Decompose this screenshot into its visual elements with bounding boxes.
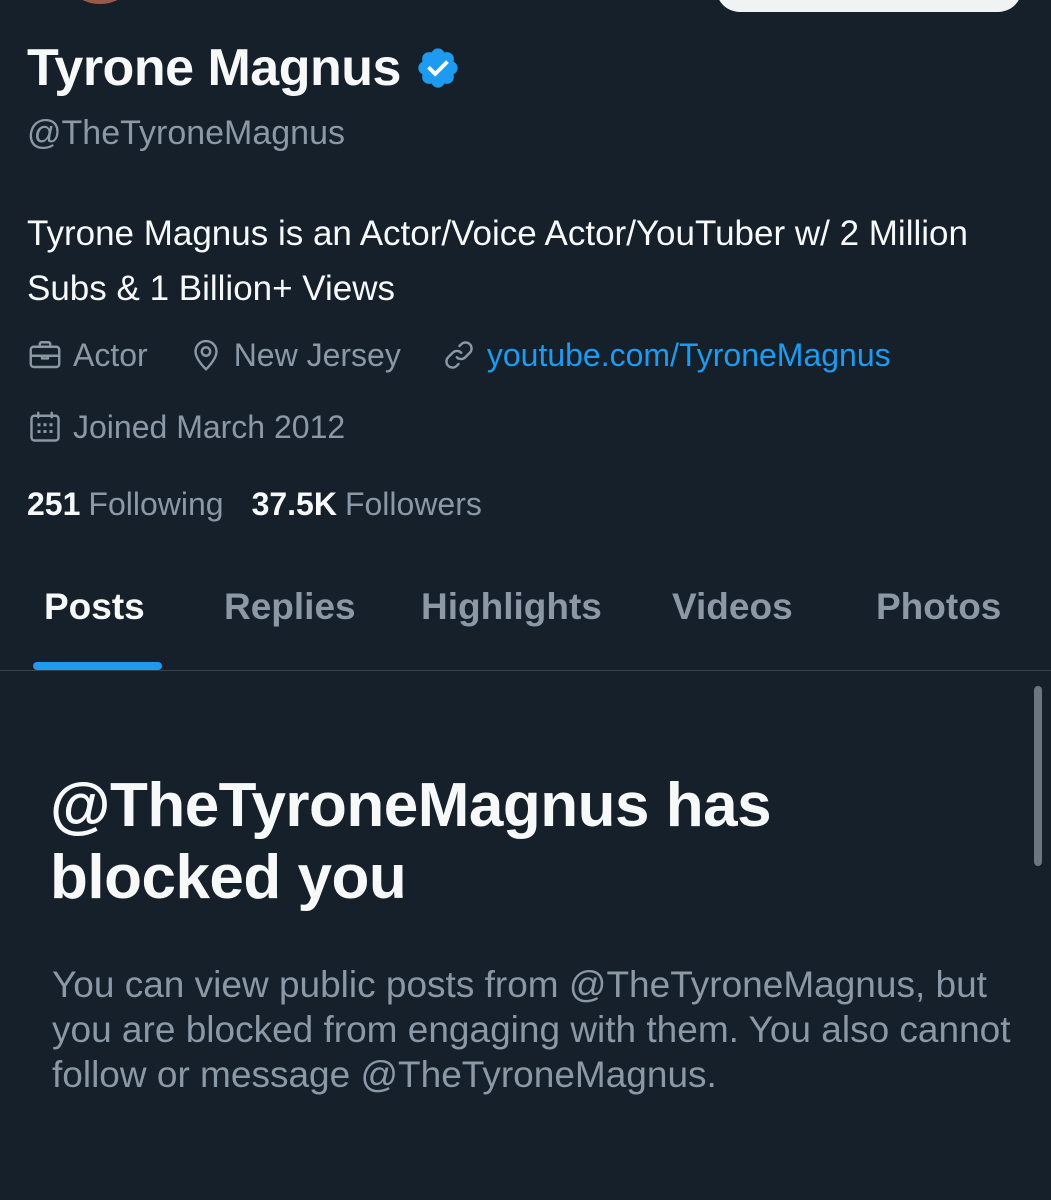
active-tab-indicator	[33, 662, 162, 670]
following-stat[interactable]: 251 Following	[27, 486, 224, 523]
location-item: New Jersey	[188, 337, 401, 374]
followers-count: 37.5K	[251, 486, 337, 522]
profile-bio: Tyrone Magnus is an Actor/Voice Actor/Yo…	[27, 214, 968, 308]
followers-stat[interactable]: 37.5K Followers	[252, 486, 482, 523]
verified-badge-icon[interactable]	[415, 45, 461, 91]
blocked-description: You can view public posts from @TheTyron…	[52, 964, 1011, 1095]
joined-text: Joined March 2012	[73, 408, 346, 445]
tab-videos[interactable]: Videos	[672, 566, 793, 670]
calendar-icon	[30, 411, 60, 442]
tab-photos[interactable]: Photos	[876, 566, 1001, 670]
tab-highlights[interactable]: Highlights	[421, 566, 602, 670]
follow-button[interactable]	[716, 0, 1022, 12]
following-count: 251	[27, 486, 81, 522]
tab-replies[interactable]: Replies	[224, 566, 356, 670]
profile-name-row: Tyrone Magnus	[27, 36, 461, 100]
profile-meta-row: Actor New Jersey youtube.com/TyroneMagnu…	[27, 332, 931, 378]
location-text: New Jersey	[233, 336, 401, 373]
scrollbar[interactable]	[1034, 686, 1042, 866]
profile-tabs: Posts Replies Highlights Videos Photos	[0, 566, 1051, 671]
display-name: Tyrone Magnus	[27, 39, 401, 97]
followers-label: Followers	[344, 486, 482, 522]
joined-item: Joined March 2012	[27, 409, 345, 446]
profile-stats: 251 Following 37.5K Followers	[27, 486, 510, 523]
website-link[interactable]: youtube.com/TyroneMagnus	[487, 337, 891, 374]
avatar[interactable]	[60, 0, 140, 4]
profile-handle: @TheTyroneMagnus	[27, 114, 346, 152]
briefcase-icon	[29, 341, 61, 369]
following-label: Following	[88, 486, 224, 522]
website-item[interactable]: youtube.com/TyroneMagnus	[441, 337, 891, 374]
profession-text: Actor	[73, 336, 148, 373]
link-icon	[445, 341, 473, 369]
tab-posts[interactable]: Posts	[44, 566, 145, 670]
blocked-title: @TheTyroneMagnus has blocked you	[50, 771, 772, 912]
location-pin-icon	[193, 339, 218, 371]
profile-page: Tyrone Magnus @TheTyroneMagnus Tyrone Ma…	[0, 0, 1051, 1200]
joined-row: Joined March 2012	[27, 404, 385, 450]
profession-item: Actor	[27, 337, 148, 374]
